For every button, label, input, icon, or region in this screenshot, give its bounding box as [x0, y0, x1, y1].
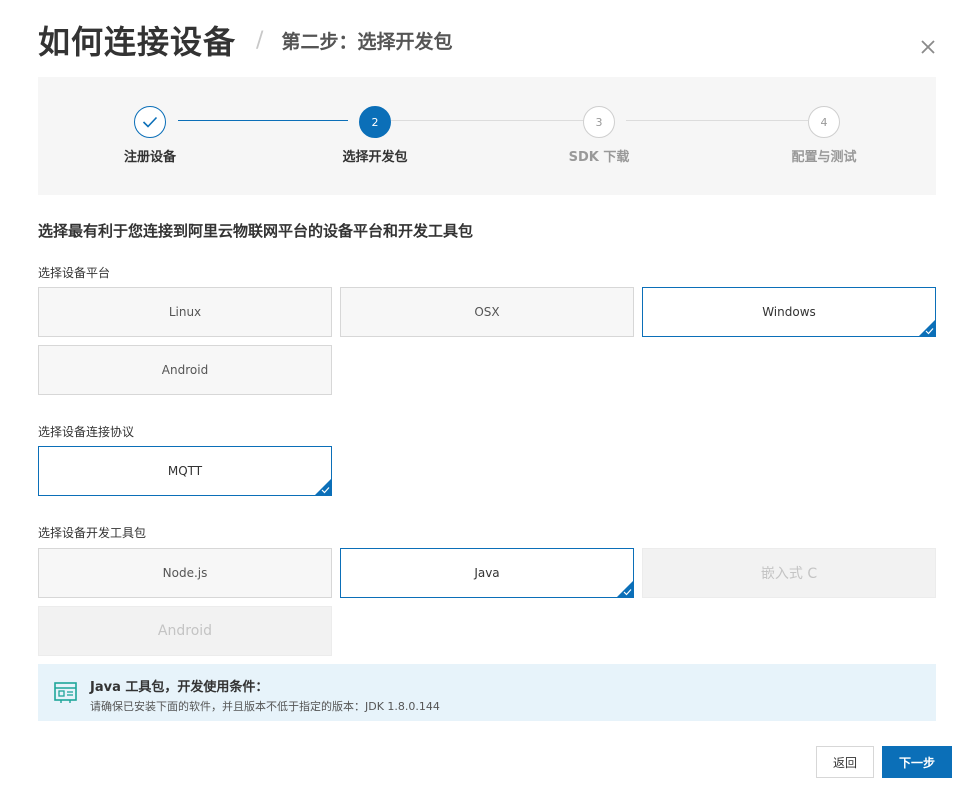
option-label: Android	[157, 623, 213, 639]
step-4-circle: 4	[808, 106, 840, 138]
step-4-label: 配置与测试	[791, 150, 857, 165]
toolkit-icon	[54, 682, 77, 703]
title-separator: /	[256, 27, 264, 53]
sdk-section-label: 选择设备开发工具包	[38, 526, 147, 540]
step-3-circle: 3	[583, 106, 615, 138]
page-subtitle: 第二步：选择开发包	[281, 30, 453, 53]
protocol-option-mqtt[interactable]: MQTT	[38, 446, 332, 496]
sdk-option-java[interactable]: Java	[340, 548, 634, 598]
check-icon	[925, 328, 934, 335]
option-label: Node.js	[162, 566, 208, 580]
option-label: Linux	[168, 305, 202, 319]
option-label: Java	[474, 566, 500, 580]
sdk-option-android: Android	[38, 606, 332, 656]
platform-section-label: 选择设备平台	[38, 266, 111, 280]
sdk-option-nodejs[interactable]: Node.js	[38, 548, 332, 598]
info-title-prefix: Java	[90, 680, 121, 695]
platform-option-osx[interactable]: OSX	[340, 287, 634, 337]
step-2-label: 选择开发包	[342, 150, 408, 165]
option-label: 嵌入式 C	[760, 566, 818, 582]
check-icon	[321, 487, 330, 494]
step-connector-1	[178, 120, 348, 121]
platform-option-linux[interactable]: Linux	[38, 287, 332, 337]
option-label: Android	[161, 363, 209, 377]
option-label: OSX	[474, 305, 500, 319]
check-icon	[623, 589, 632, 596]
step-1-label: 注册设备	[123, 150, 176, 165]
step-connector-2	[390, 120, 584, 121]
next-button[interactable]: 下一步	[882, 746, 952, 778]
page-header: 如何连接设备 / 第二步：选择开发包	[38, 18, 452, 62]
step-3-label: SDK 下载	[568, 150, 630, 165]
page-title: 如何连接设备	[38, 23, 237, 61]
step-connector-3	[626, 120, 808, 121]
requirements-info-box: Java 工具包，开发使用条件： 请确保已安装下面的软件，并且版本不低于指定的版…	[38, 664, 936, 721]
step-1-circle	[134, 106, 166, 138]
protocol-section-label: 选择设备连接协议	[38, 425, 135, 439]
option-label: Windows	[762, 305, 816, 319]
back-button[interactable]: 返回	[816, 746, 874, 778]
platform-option-android[interactable]: Android	[38, 345, 332, 395]
close-icon	[921, 40, 935, 54]
close-button[interactable]	[915, 34, 941, 60]
info-text: 请确保已安装下面的软件，并且版本不低于指定的版本：JDK 1.8.0.144	[90, 700, 440, 713]
sdk-option-embedded-c: 嵌入式 C	[642, 548, 936, 598]
info-title-rest: 工具包，开发使用条件：	[120, 680, 269, 695]
steps-panel: 2 3 4 注册设备 选择开发包 SDK 下载 配置与测试	[38, 77, 936, 195]
option-label: MQTT	[167, 464, 203, 478]
check-icon	[142, 116, 158, 128]
info-title: Java 工具包，开发使用条件：	[90, 676, 268, 695]
platform-option-windows[interactable]: Windows	[642, 287, 936, 337]
step-2-circle: 2	[359, 106, 391, 138]
intro-text: 选择最有利于您连接到阿里云物联网平台的设备平台和开发工具包	[38, 222, 474, 240]
